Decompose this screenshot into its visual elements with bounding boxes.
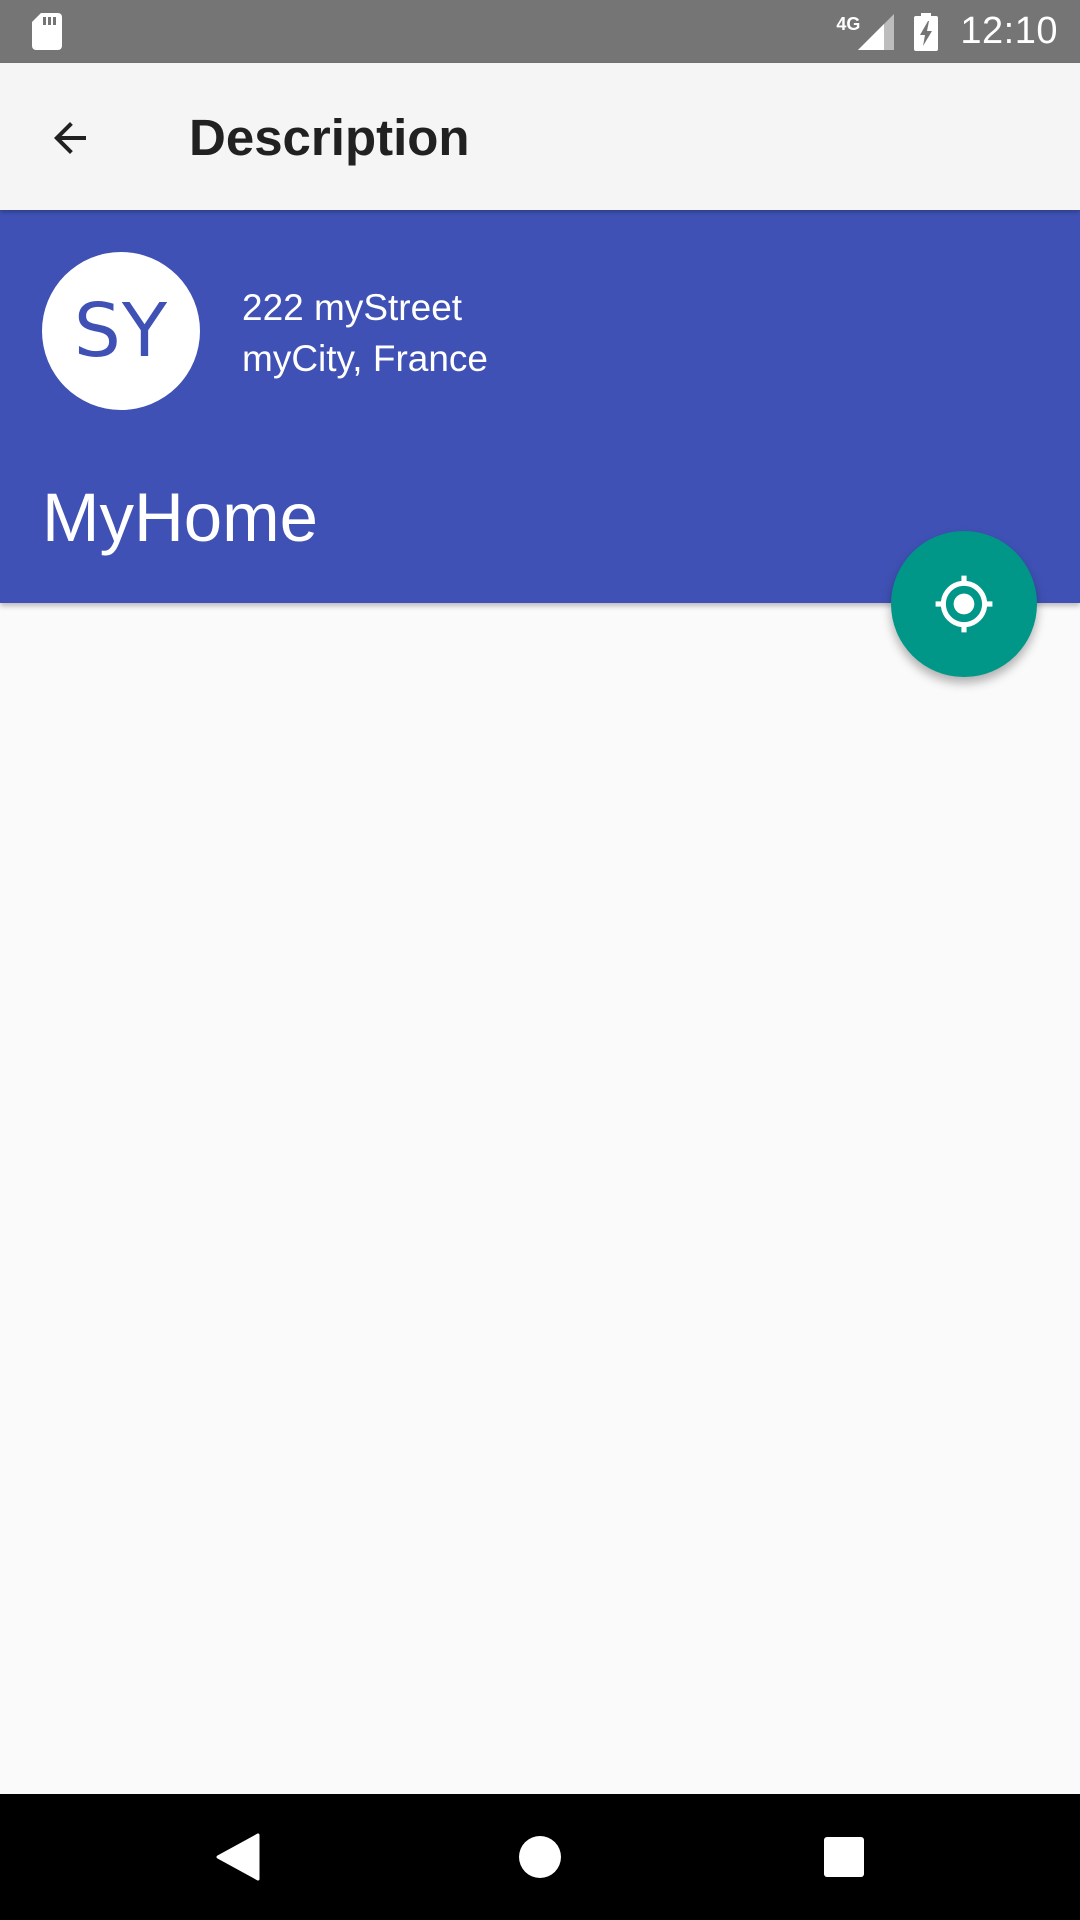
- place-header: SY 222 myStreet myCity, France MyHome: [0, 210, 1080, 603]
- status-bar: 4G 12:10: [0, 0, 1080, 63]
- navigation-bar: [0, 1794, 1080, 1920]
- status-clock: 12:10: [960, 10, 1058, 52]
- avatar: SY: [42, 252, 200, 410]
- back-button[interactable]: [42, 110, 98, 166]
- network-type: 4G: [836, 14, 861, 34]
- address: 222 myStreet myCity, France: [242, 282, 488, 384]
- nav-home-icon: [519, 1836, 561, 1878]
- avatar-initials: SY: [73, 288, 169, 374]
- address-line-2: myCity, France: [242, 338, 489, 379]
- nav-home-button[interactable]: [507, 1824, 573, 1890]
- signal-icon: [858, 13, 895, 50]
- arrow-back-icon: [54, 122, 86, 154]
- sd-card-icon: [32, 13, 62, 50]
- app-bar: Description: [0, 63, 1080, 210]
- my-location-icon: [935, 575, 993, 633]
- address-line-1: 222 myStreet: [242, 287, 463, 328]
- page-title: Description: [189, 109, 470, 166]
- nav-back-icon: [216, 1833, 260, 1881]
- status-indicators: 4G 12:10: [836, 0, 1058, 63]
- nav-recents-icon: [824, 1837, 864, 1877]
- nav-back-button[interactable]: [205, 1824, 271, 1890]
- battery-charging-icon: [914, 12, 939, 51]
- nav-recents-button[interactable]: [811, 1824, 877, 1890]
- my-location-button[interactable]: [891, 531, 1037, 677]
- place-name: MyHome: [42, 479, 319, 556]
